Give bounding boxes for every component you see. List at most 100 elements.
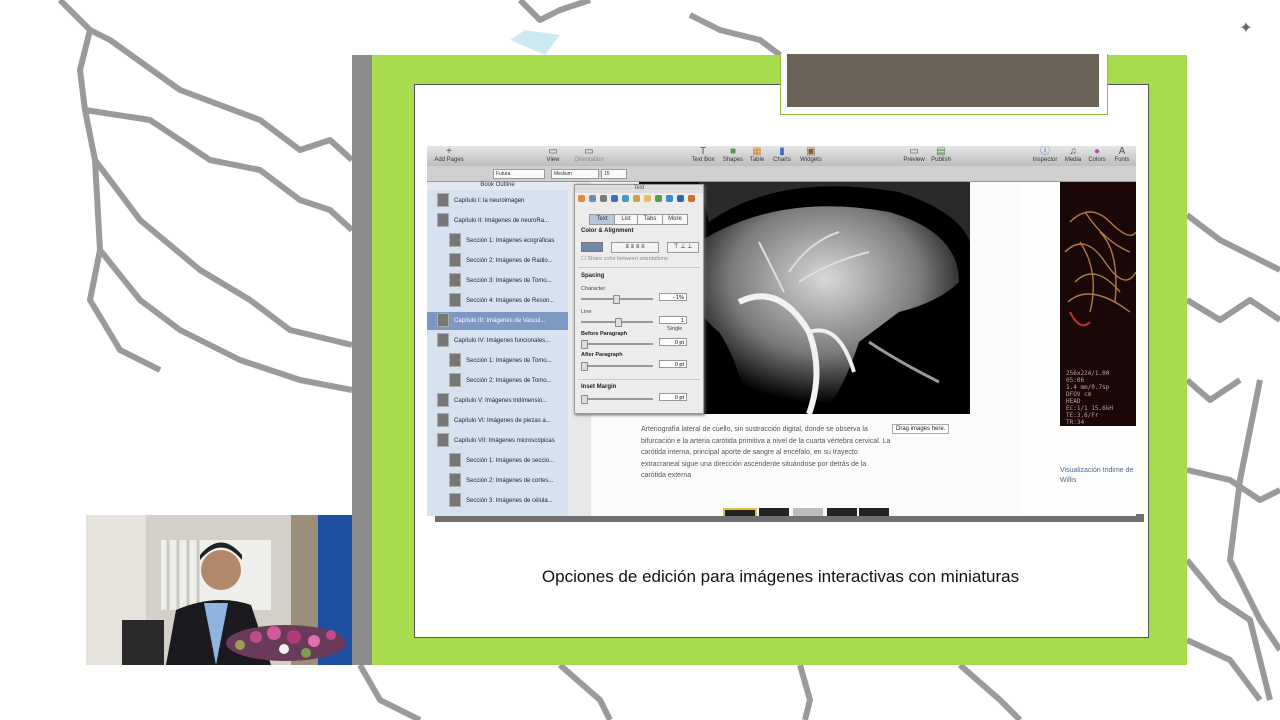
table-inspector-icon[interactable]: [644, 195, 651, 202]
after-paragraph-slider[interactable]: [581, 362, 653, 371]
outline-item-label: Capítulo II: Imágenes de neuroRa...: [454, 218, 550, 224]
inset-margin-field[interactable]: 0 pt: [659, 393, 687, 401]
drag-images-tooltip: Drag images here.: [892, 424, 950, 434]
font-family-select[interactable]: Futura: [493, 169, 545, 179]
separator: [578, 379, 700, 380]
orientation-button[interactable]: ▭ Orientation: [567, 146, 611, 164]
scan-overlay: 256x224/1.00 05:06 1.4 mm/0.7sp DFOV cm HEAD…: [1066, 370, 1113, 426]
quicktime-inspector-icon[interactable]: [677, 195, 684, 202]
scan-overlay-line: EC:1/1 15.6kH: [1066, 405, 1113, 412]
outline-item-label: Sección 1: Imágenes de Tomo...: [466, 358, 552, 364]
outline-item[interactable]: Sección 1: Imágenes ecográficas: [427, 232, 568, 250]
sparkle-icon: ✦: [1239, 18, 1253, 37]
horizontal-alignment-buttons[interactable]: ≡ ≡ ≡ ≡: [611, 242, 659, 253]
after-paragraph-field[interactable]: 0 pt: [659, 360, 687, 368]
layout-inspector-icon[interactable]: [589, 195, 596, 202]
page-thumbnail-icon: [449, 453, 461, 468]
outline-item[interactable]: Capítulo II: Imágenes de neuroRa...: [427, 212, 568, 230]
inspector-tab[interactable]: Text: [589, 214, 615, 225]
page-thumbnail-icon: [449, 253, 461, 268]
line-mode-select[interactable]: Single: [667, 326, 682, 332]
page-thumbnail-icon: [437, 413, 449, 428]
thumbnail-item[interactable]: [759, 508, 789, 516]
presenter-video-frame: [86, 515, 352, 665]
character-slider[interactable]: [581, 295, 653, 304]
3d-vessel-image[interactable]: 256x224/1.00 05:06 1.4 mm/0.7sp DFOV cm HEAD…: [1060, 182, 1136, 426]
text-box-icon: T: [699, 146, 707, 157]
outline-item[interactable]: Capítulo IV: Imágenes funcionales...: [427, 332, 568, 350]
thumbnail-item[interactable]: [827, 508, 857, 516]
fonts-button[interactable]: A Fonts: [1100, 146, 1136, 164]
slider-knob[interactable]: [581, 395, 588, 404]
share-color-checkbox[interactable]: ☐ Share color between orientations: [581, 256, 668, 262]
widgets-icon: ▣: [806, 146, 816, 157]
publish-button[interactable]: ▤ Publish: [919, 146, 963, 164]
before-paragraph-field[interactable]: 0 pt: [659, 338, 687, 346]
inspector-tab[interactable]: List: [614, 214, 638, 225]
font-size-select[interactable]: 15: [601, 169, 627, 179]
text-color-well[interactable]: [581, 242, 603, 252]
share-color-label: Share color between orientations: [587, 256, 668, 262]
outline-item[interactable]: Capítulo VI: Imágenes de piezas a...: [427, 412, 568, 430]
page-thumbnail-icon: [449, 353, 461, 368]
slider-knob[interactable]: [581, 340, 588, 349]
outline-item[interactable]: Capítulo III: Imágenes de Vascul...: [427, 312, 568, 330]
outline-item-label: Sección 2: Imágenes de Radio...: [466, 258, 553, 264]
slider-knob[interactable]: [581, 362, 588, 371]
line-slider[interactable]: [581, 318, 653, 327]
outline-item[interactable]: Sección 2: Imágenes de cortes...: [427, 472, 568, 490]
vertical-alignment-buttons[interactable]: ⊤ ⊥ ⊥: [667, 242, 699, 253]
text-inspector-icon[interactable]: [611, 195, 618, 202]
thumbnail-item[interactable]: [859, 508, 889, 516]
link-inspector-icon[interactable]: [666, 195, 673, 202]
outline-item[interactable]: Sección 1: Imágenes de seccio...: [427, 452, 568, 470]
slider-knob[interactable]: [615, 318, 622, 327]
inset-margin-heading: Inset Margin: [581, 384, 617, 390]
inset-margin-slider[interactable]: [581, 395, 653, 404]
metrics-inspector-icon[interactable]: [633, 195, 640, 202]
widget-inspector-icon[interactable]: [600, 195, 607, 202]
outline-item[interactable]: Sección 3: Imágenes de célula...: [427, 492, 568, 510]
view-label: View: [546, 157, 560, 163]
add-pages-button[interactable]: + Add Pages: [427, 146, 471, 164]
outline-item[interactable]: Capítulo V: Imágenes tridimensio...: [427, 392, 568, 410]
line-value-field[interactable]: 1: [659, 316, 687, 324]
outline-item-label: Capítulo VI: Imágenes de piezas a...: [454, 418, 551, 424]
format-bar: Futura Medium 15: [427, 166, 1136, 182]
outline-item[interactable]: Sección 2: Imágenes de Radio...: [427, 252, 568, 270]
image-caption-text[interactable]: Arteriografía lateral de cuello, sin sus…: [641, 424, 891, 482]
inspector-tab[interactable]: Tabs: [637, 214, 663, 225]
outline-item[interactable]: Sección 1: Imágenes de Tomo...: [427, 352, 568, 370]
outline-item[interactable]: Capítulo VII: Imágenes microscópicas: [427, 432, 568, 450]
thumbnail-item[interactable]: [723, 508, 757, 516]
graphic-inspector-icon[interactable]: [622, 195, 629, 202]
after-paragraph-label: After Paragraph: [581, 352, 623, 358]
app-screenshot: + Add Pages ▭ View ▭ Orientation T Text Box …: [427, 146, 1136, 516]
outline-item[interactable]: Sección 2: Imágenes de Tomo...: [427, 372, 568, 390]
widgets-button[interactable]: ▣ Widgets: [789, 146, 833, 164]
page-thumbnail-icon: [449, 293, 461, 308]
outline-item[interactable]: Capítulo I: la neuroimagen: [427, 192, 568, 210]
inspector-tab[interactable]: More: [662, 214, 688, 225]
publish-icon: ▤: [936, 146, 946, 157]
font-weight-select[interactable]: Medium: [551, 169, 599, 179]
slide-caption: Opciones de edición para imágenes intera…: [541, 567, 1020, 586]
character-value-field[interactable]: - 1%: [659, 293, 687, 301]
fonts-icon: A: [1118, 146, 1126, 157]
title-bar: [787, 54, 1099, 107]
book-outline: Book Outline Capítulo I: la neuroimagen C…: [427, 182, 568, 516]
scan-overlay-line: 1.4 mm/0.7sp: [1066, 384, 1110, 391]
thumbnail-item[interactable]: [793, 508, 823, 516]
outline-item[interactable]: Sección 3: Imágenes de Tomo...: [427, 272, 568, 290]
fonts-label: Fonts: [1114, 157, 1130, 163]
before-paragraph-slider[interactable]: [581, 340, 653, 349]
outline-item-label: Sección 3: Imágenes de Tomo...: [466, 278, 552, 284]
add-pages-label: Add Pages: [434, 157, 464, 163]
outline-item[interactable]: Sección 4: Imágenes de Reson...: [427, 292, 568, 310]
settings-inspector-icon[interactable]: [688, 195, 695, 202]
outline-item-label: Sección 1: Imágenes de seccio...: [466, 458, 555, 464]
chart-inspector-icon[interactable]: [655, 195, 662, 202]
document-inspector-icon[interactable]: [578, 195, 585, 202]
slider-knob[interactable]: [613, 295, 620, 304]
outline-item-label: Capítulo I: la neuroimagen: [454, 198, 525, 204]
